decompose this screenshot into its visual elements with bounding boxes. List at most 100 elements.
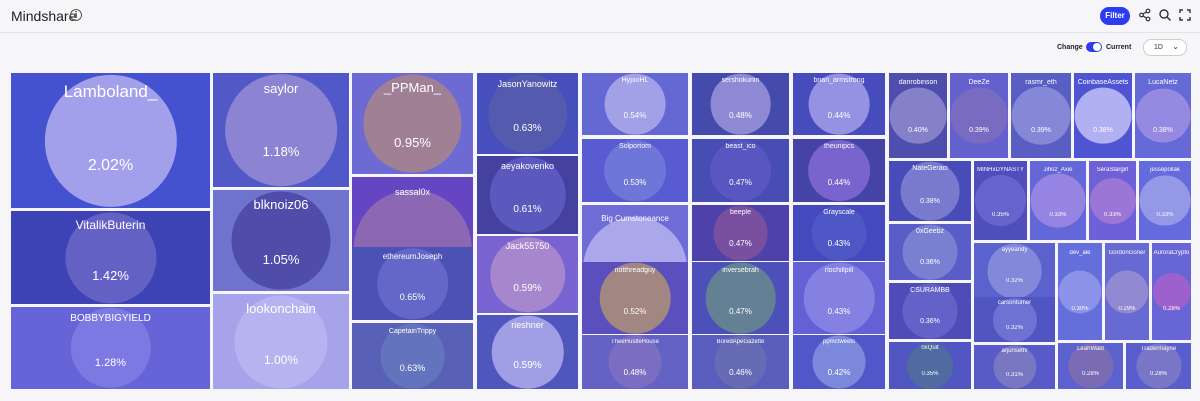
toggle-switch[interactable] xyxy=(1086,42,1102,52)
treemap-tile[interactable]: SeraStargirl 0.33% xyxy=(1089,161,1136,240)
treemap-tile[interactable]: NateGeraci 0.38% xyxy=(889,161,971,221)
fullscreen-icon[interactable] xyxy=(1178,8,1192,22)
treemap-tile[interactable]: aeyakovenko 0.61% xyxy=(477,156,578,234)
treemap-tile[interactable]: rlochillpill 0.43% xyxy=(793,262,885,334)
treemap-tile[interactable]: danrobinson 0.40% xyxy=(889,73,947,158)
treemap-tile[interactable]: BOBBYBIGYIELD 1.28% xyxy=(11,307,210,389)
tile-name: rasmr_eth xyxy=(1025,79,1057,86)
treemap-tile[interactable]: rieshner 0.59% xyxy=(477,315,578,389)
treemap-tile[interactable]: LeahWald 0.28% xyxy=(1058,343,1123,389)
tile-name: danrobinson xyxy=(898,79,938,86)
treemap-tile[interactable]: carsontumer 0.32% xyxy=(974,297,1055,342)
treemap-tile[interactable]: CSURAMBB 0.36% xyxy=(889,283,971,339)
treemap-tile[interactable]: sershokunin 0.48% xyxy=(692,73,789,135)
treemap-tile[interactable]: rasmr_eth 0.39% xyxy=(1011,73,1071,158)
treemap-tile[interactable]: BoredApeGazette 0.46% xyxy=(692,335,789,389)
tile-percentage: 0.38% xyxy=(1153,127,1173,134)
treemap-tile[interactable]: HypioHL 0.54% xyxy=(582,73,688,135)
tile-name: beast_ico xyxy=(725,143,756,150)
info-icon[interactable]: i xyxy=(70,9,82,21)
tile-percentage: 0.33% xyxy=(1156,212,1174,218)
treemap-tile[interactable]: brian_armstrong 0.44% xyxy=(793,73,885,135)
treemap-tile[interactable]: DeeZe 0.39% xyxy=(950,73,1008,158)
tile-name: Tradermayne xyxy=(1140,346,1177,352)
treemap-tile[interactable]: Tradermayne 0.28% xyxy=(1126,343,1191,389)
tile-percentage: 0.28% xyxy=(1162,306,1180,312)
treemap-tile[interactable]: MINHxDYNASTY 0.35% xyxy=(974,161,1027,240)
tile-percentage: 1.00% xyxy=(263,353,299,367)
treemap-tile[interactable]: notthreadguy 0.52% xyxy=(582,262,688,334)
tile-percentage: 0.63% xyxy=(399,363,426,373)
tile-name: sassal0x xyxy=(394,187,430,197)
treemap-tile[interactable]: AuroraCrypto 0.28% xyxy=(1152,243,1191,340)
treemap-tile[interactable]: ethereumJoseph 0.65% xyxy=(352,247,473,320)
treemap-tile[interactable]: beeple 0.47% xyxy=(692,205,789,261)
treemap-tile[interactable]: blknoiz06 1.05% xyxy=(213,190,349,291)
tile-percentage: 1.05% xyxy=(262,252,300,267)
tile-percentage: 0.38% xyxy=(920,198,940,205)
treemap-tile[interactable]: CoinbaseAssets 0.38% xyxy=(1074,73,1132,158)
treemap-tile[interactable]: theunipcs 0.44% xyxy=(793,139,885,202)
top-bar: Mindshare i Filter xyxy=(0,0,1200,33)
tile-name: arjunsethi xyxy=(1001,348,1028,354)
tile-name: JasonYanowitz xyxy=(497,79,558,89)
treemap-tile[interactable]: saylor 1.18% xyxy=(213,73,349,187)
treemap-tile[interactable]: 0xQuit 0.35% xyxy=(889,342,971,389)
tile-name: ayyeandy xyxy=(1001,247,1028,253)
treemap-tile[interactable]: Jack55750 0.59% xyxy=(477,236,578,313)
treemap-tile[interactable]: Solportom 0.53% xyxy=(582,139,688,202)
tile-name: BOBBYBIGYIELD xyxy=(70,313,151,324)
treemap-tile[interactable]: LucaNetz 0.38% xyxy=(1135,73,1191,158)
tile-name: sershokunin xyxy=(721,77,760,84)
tile-name: jessepollak xyxy=(1150,167,1180,173)
treemap-tile[interactable]: CapetainTrippy 0.63% xyxy=(352,323,473,389)
tile-percentage: 0.61% xyxy=(513,204,542,215)
tile-percentage: 0.33% xyxy=(1049,212,1067,218)
tile-percentage: 0.43% xyxy=(827,239,851,248)
treemap-tile[interactable]: Grayscale 0.43% xyxy=(793,205,885,261)
tile-percentage: 0.39% xyxy=(969,127,989,134)
tile-percentage: 1.42% xyxy=(92,268,129,283)
tile-name: BoredApeGazette xyxy=(716,339,765,345)
treemap-tile[interactable]: dev_ale 0.30% xyxy=(1058,243,1102,340)
treemap-tile[interactable]: beast_ico 0.47% xyxy=(692,139,789,202)
share-icon[interactable] xyxy=(1138,8,1152,22)
tile-percentage: 0.32% xyxy=(1005,325,1023,331)
page-title: Mindshare xyxy=(11,8,77,24)
treemap-tile[interactable]: ppmctweets 0.42% xyxy=(793,335,885,389)
treemap-tile[interactable]: _PPMan_ 0.95% xyxy=(352,73,473,174)
treemap-tile[interactable]: inversebrah 0.47% xyxy=(692,262,789,334)
treemap-tile[interactable]: 0xGeebz 0.36% xyxy=(889,224,971,280)
treemap-tile[interactable]: jessepollak 0.33% xyxy=(1139,161,1191,240)
treemap-tile[interactable]: GordonGoner 0.29% xyxy=(1105,243,1149,340)
tile-percentage: 0.28% xyxy=(1081,371,1099,377)
treemap-tile[interactable]: JasonYanowitz 0.63% xyxy=(477,73,578,154)
tile-name: theunipcs xyxy=(824,143,854,150)
tile-name: Big Cumstoneance xyxy=(601,214,669,223)
treemap-tile[interactable]: TheeHustleHouse 0.48% xyxy=(582,335,688,389)
treemap-tile[interactable]: ayyeandy 0.32% xyxy=(974,243,1055,299)
tile-name: saylor xyxy=(263,81,299,96)
treemap-tile[interactable]: Jihoz_Axie 0.33% xyxy=(1030,161,1086,240)
tile-name: rlochillpill xyxy=(824,267,854,274)
treemap-tile[interactable]: lookonchain 1.00% xyxy=(213,294,349,389)
tile-percentage: 0.46% xyxy=(729,368,752,377)
tile-name: inversebrah xyxy=(722,267,759,274)
treemap-tile[interactable]: Lamboland_ 2.02% xyxy=(11,73,210,208)
treemap-tile[interactable]: arjunsethi 0.31% xyxy=(974,345,1055,389)
tile-percentage: 0.28% xyxy=(1149,371,1167,377)
tile-name: rieshner xyxy=(511,320,544,330)
tile-name: blknoiz06 xyxy=(253,197,309,212)
tile-name: Lamboland_ xyxy=(63,82,158,101)
filter-button[interactable]: Filter xyxy=(1100,7,1130,25)
tile-name: Grayscale xyxy=(823,209,855,216)
tile-name: ppmctweets xyxy=(822,339,855,345)
tile-percentage: 0.63% xyxy=(513,123,542,134)
tile-percentage: 0.59% xyxy=(513,360,542,371)
period-select[interactable]: 1D ⌄ xyxy=(1143,39,1187,56)
treemap-tile[interactable]: VitalikButerin 1.42% xyxy=(11,211,210,304)
tile-percentage: 0.44% xyxy=(827,178,851,187)
search-icon[interactable] xyxy=(1158,8,1172,22)
tile-percentage: 0.54% xyxy=(623,111,647,120)
tile-name: brian_armstrong xyxy=(813,77,865,84)
